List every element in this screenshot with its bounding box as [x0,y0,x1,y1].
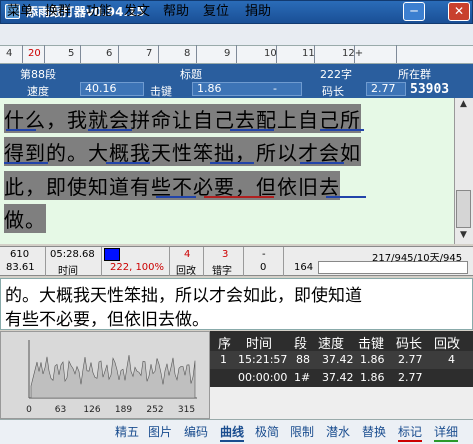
ruler-tick-9: 12+ [342,48,364,59]
menu-item-function[interactable]: 功能 [86,3,112,20]
error-label: 错字 [212,266,232,277]
stat-value-2: 83.61 [6,262,35,273]
col-index: 序 [218,337,232,352]
table-row[interactable]: 1 15:21:57 88 37.42 1.86 2.77 4 [210,351,473,369]
stat-dash: - [262,249,266,260]
text-line-4: 做。 [4,204,46,233]
menu-item-menu[interactable]: 菜单 [7,3,33,20]
speed-value: 40.16 [80,82,144,96]
reference-text-area: 什么，我就会拼命让自己去配上自己所 得到的。大概我天性笨拙，所以才会如 此，即使… [0,98,454,244]
ruler-tick-8: 11 [302,48,315,59]
tab-3[interactable]: 曲线 [220,423,245,442]
x-tick-label: 189 [115,405,132,415]
ruler-tick-3: 6 [106,48,113,59]
stat-zero: 0 [260,262,267,273]
code-length-label: 码长 [322,85,344,98]
char-count: 222字 [320,68,352,81]
col-speed: 速度 [318,337,345,352]
code-length-value: 2.77 [366,82,406,96]
ruler-tick-4: 7 [146,48,153,59]
tab-7[interactable]: 替换 [362,423,386,440]
chart-x-ticks: 0 63 126 189 252 315 [26,405,195,415]
close-icon: ✕ [453,4,465,18]
ruler-tick-5: 8 [184,48,191,59]
col-backspace: 回改 [434,337,461,352]
elapsed-time: 05:28.68 [50,249,95,260]
ruler-tick-2: 5 [68,48,75,59]
menu-item-send-text[interactable]: 发文 [124,3,150,20]
segment-label: 第88段 [20,68,56,81]
ruler-tick-0: 4 [6,48,13,59]
bottom-tabs: 精五 图片 编码 曲线 极简 限制 潜水 替换 标记 详细 [0,419,473,444]
tab-2[interactable]: 编码 [184,423,208,440]
results-table: 序 时间 段 速度 击键 码长 回改 1 15:21:57 88 37.42 1… [210,331,473,419]
text-line-1: 什么，我就会拼命让自己去配上自己所 [4,104,361,133]
speed-label: 速度 [27,85,49,98]
backspace-count: 4 [184,249,191,260]
speed-curve-svg: 0 63 126 189 252 315 [26,340,197,415]
close-button[interactable]: ✕ [448,2,470,21]
speed-curve-area [30,354,196,399]
x-tick-label: 252 [146,405,163,415]
tab-8[interactable]: 标记 [398,423,423,442]
menu-item-donate[interactable]: 捐助 [245,3,271,20]
tab-6[interactable]: 潜水 [326,423,350,440]
backspace-label: 回改 [176,266,196,277]
progress-percent: 222, 100% [110,262,165,273]
col-code-length: 码长 [396,337,423,352]
col-time: 时间 [246,337,273,352]
minimize-icon: ─ [410,4,418,18]
scroll-thumb[interactable] [456,190,471,228]
stat-164: 164 [294,262,314,273]
typing-input[interactable]: 的。大概我天性笨拙，所以才会如此，即使知道 有些不必要，但依旧去做。 [0,278,473,330]
keystroke-label: 击键 [150,85,172,98]
table-row[interactable]: 00:00:00 1# 37.42 1.86 2.77 [210,369,473,387]
tab-9[interactable]: 详细 [434,423,459,442]
menu-item-reset[interactable]: 复位 [203,3,229,20]
ruler-tick-6: 9 [224,48,231,59]
x-tick-label: 126 [83,405,100,415]
tab-4[interactable]: 极简 [255,423,279,440]
col-keystroke: 击键 [358,337,385,352]
group-label: 所在群 [398,68,431,81]
total-count: 53903 [410,82,450,97]
text-progress: 217/945/10天/945 [372,253,463,264]
tab-5[interactable]: 限制 [290,423,314,440]
menu-item-help[interactable]: 帮助 [163,3,189,20]
typed-line-1: 的。大概我天性笨拙，所以才会如此，即使知道 [5,286,362,306]
typed-line-2: 有些不必要，但依旧去做。 [5,310,209,330]
minimize-button[interactable]: ─ [403,2,425,21]
keystroke-value: 1.86- [192,82,302,96]
tab-1[interactable]: 图片 [148,423,172,440]
menu-item-switch-group[interactable]: 换群 [45,3,71,20]
menu-bar [0,24,473,45]
tab-0[interactable]: 精五 [115,423,139,440]
time-label: 时间 [58,266,78,277]
scroll-down-icon[interactable]: ▼ [456,230,471,244]
x-tick-label: 315 [178,405,195,415]
ruler-tick-7: 10 [264,48,277,59]
x-tick-label: 63 [55,405,66,415]
col-segment: 段 [294,337,308,352]
speed-curve-chart: 0 63 126 189 252 315 [0,331,210,419]
scroll-up-icon[interactable]: ▲ [456,99,471,113]
text-lines: 什么，我就会拼命让自己去配上自己所 得到的。大概我天性笨拙，所以才会如 此，即使… [0,98,454,244]
error-count: 3 [222,249,229,260]
ruler-tick-1: 20 [28,48,41,59]
stat-value-1: 610 [10,249,30,260]
x-tick-label: 0 [26,405,32,415]
title-label: 标题 [180,68,202,81]
ruler-ticks: 4 20 5 6 7 8 9 10 11 12+ [0,45,473,64]
